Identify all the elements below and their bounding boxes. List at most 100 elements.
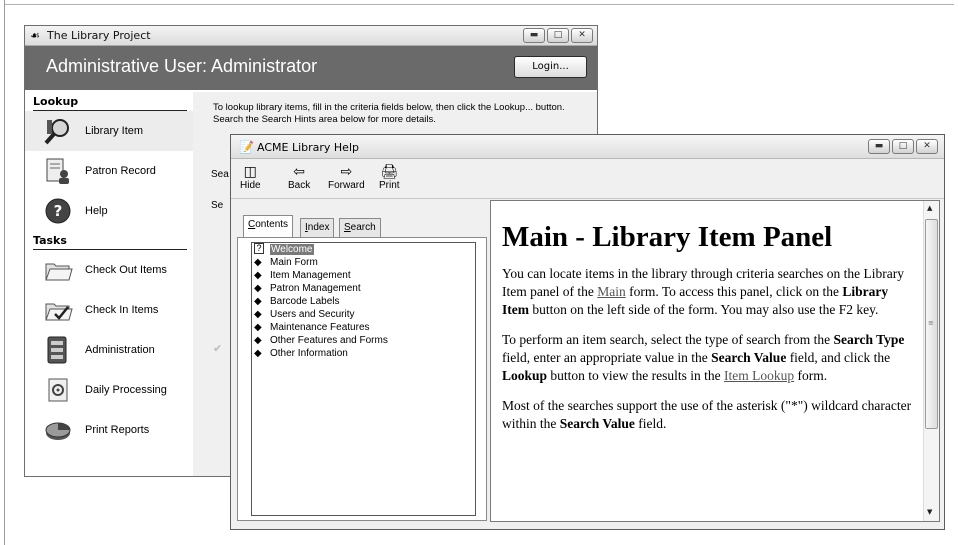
tree-item-users-security[interactable]: ◆ Users and Security xyxy=(252,308,475,321)
close-button[interactable]: ✕ xyxy=(916,139,938,154)
sidebar-item-administration[interactable]: Administration xyxy=(25,330,193,370)
minimize-button[interactable]: ▬ xyxy=(523,28,545,43)
sidebar-item-label: Daily Processing xyxy=(85,384,167,396)
hide-button[interactable]: ◫ Hide xyxy=(240,162,261,191)
help-window: 📝 ACME Library Help ▬ □ ✕ ◫ Hide ⇦ Back … xyxy=(230,134,945,530)
arrow-left-icon: ⇦ xyxy=(293,163,305,179)
scroll-down-icon[interactable]: ▼ xyxy=(927,508,932,516)
topic-paragraph-1: You can locate items in the library thro… xyxy=(502,266,904,317)
pie-chart-icon xyxy=(45,422,71,440)
book-icon: ◆ xyxy=(254,283,262,294)
help-titlebar[interactable]: 📝 ACME Library Help ▬ □ ✕ xyxy=(231,135,944,159)
back-label: Back xyxy=(288,180,311,191)
sidebar-item-check-out[interactable]: Check Out Items xyxy=(25,250,193,290)
tree-item-patron-management[interactable]: ◆ Patron Management xyxy=(252,282,475,295)
folder-open-icon xyxy=(45,263,73,281)
print-button[interactable]: 🖨 Print xyxy=(379,162,400,191)
sidebar-item-label: Administration xyxy=(85,344,155,356)
maximize-button[interactable]: □ xyxy=(892,139,914,154)
forward-label: Forward xyxy=(328,180,365,191)
book-icon: ◆ xyxy=(254,322,262,333)
contents-panel: ? Welcome ◆ Main Form ◆ Item Management … xyxy=(237,237,487,521)
folder-check-icon xyxy=(45,303,73,321)
lookup-heading: Lookup xyxy=(33,92,187,111)
close-button[interactable]: ✕ xyxy=(571,28,593,43)
scroll-grip-icon: ≡ xyxy=(928,319,934,327)
sidebar-item-label: Library Item xyxy=(85,125,144,137)
tab-search[interactable]: Search xyxy=(339,218,381,237)
sidebar: Lookup Library Item Patron Record ? Help xyxy=(25,92,193,476)
nav-tabs: Contents Index Search xyxy=(237,215,487,237)
tasks-heading: Tasks xyxy=(33,231,187,250)
tree-item-item-management[interactable]: ◆ Item Management xyxy=(252,269,475,282)
sidebar-item-label: Patron Record xyxy=(85,165,156,177)
tree-item-welcome[interactable]: ? Welcome xyxy=(252,243,475,256)
sidebar-item-library-item[interactable]: Library Item xyxy=(25,111,193,151)
tree-item-main-form[interactable]: ◆ Main Form xyxy=(252,256,475,269)
help-icon: ? xyxy=(45,198,71,224)
maximize-button[interactable]: □ xyxy=(547,28,569,43)
help-app-icon: 📝 xyxy=(239,140,254,154)
svg-text:?: ? xyxy=(54,202,63,220)
scroll-up-icon[interactable]: ▲ xyxy=(927,204,932,212)
administration-icon xyxy=(47,336,67,364)
book-icon: ◆ xyxy=(254,348,262,359)
print-label: Print xyxy=(379,180,400,191)
tree-item-other-information[interactable]: ◆ Other Information xyxy=(252,347,475,360)
back-button[interactable]: ⇦ Back xyxy=(288,162,310,191)
topic-paragraph-3: Most of the searches support the use of … xyxy=(502,398,912,431)
frame-border-top xyxy=(4,4,954,5)
tree-item-barcode-labels[interactable]: ◆ Barcode Labels xyxy=(252,295,475,308)
tab-contents[interactable]: Contents xyxy=(243,215,294,237)
hide-pane-icon: ◫ xyxy=(243,163,257,179)
sidebar-item-label: Check Out Items xyxy=(85,264,167,276)
main-titlebar[interactable]: ☙ The Library Project ▬ □ ✕ xyxy=(25,26,597,46)
main-window-title: The Library Project xyxy=(47,29,151,42)
search-type-label: Sea xyxy=(211,169,229,180)
topic-document: Main - Library Item Panel You can locate… xyxy=(502,219,912,445)
book-icon: ◆ xyxy=(254,296,262,307)
help-page-icon: ? xyxy=(254,243,264,254)
book-icon: ◆ xyxy=(254,335,262,346)
tab-index[interactable]: Index xyxy=(300,218,335,237)
hide-label: Hide xyxy=(240,180,261,191)
book-icon: ◆ xyxy=(254,309,262,320)
sidebar-item-label: Help xyxy=(85,205,108,217)
topic-paragraph-2: To perform an item search, select the ty… xyxy=(502,332,905,383)
topic-content-pane: Main - Library Item Panel You can locate… xyxy=(490,200,940,522)
hint-check-icon: ✔ xyxy=(213,342,223,355)
header-title: Administrative User: Administrator xyxy=(46,56,318,76)
sidebar-item-label: Print Reports xyxy=(85,424,150,436)
help-window-title: ACME Library Help xyxy=(257,141,359,154)
sidebar-item-print-reports[interactable]: Print Reports xyxy=(25,410,193,450)
magnifier-books-icon xyxy=(44,119,69,145)
tree-item-other-features[interactable]: ◆ Other Features and Forms xyxy=(252,334,475,347)
header-band: Administrative User: Administrator Login… xyxy=(25,46,597,90)
contents-tree: ? Welcome ◆ Main Form ◆ Item Management … xyxy=(251,242,476,516)
patron-card-icon xyxy=(46,158,69,184)
forward-button[interactable]: ⇨ Forward xyxy=(328,162,365,191)
tree-item-maintenance[interactable]: ◆ Maintenance Features xyxy=(252,321,475,334)
sidebar-item-patron-record[interactable]: Patron Record xyxy=(25,151,193,191)
book-icon: ◆ xyxy=(254,257,262,268)
sidebar-item-label: Check In Items xyxy=(85,304,159,316)
lookup-instructions: To lookup library items, fill in the cri… xyxy=(213,102,565,125)
help-toolbar: ◫ Hide ⇦ Back ⇨ Forward 🖨 Print xyxy=(231,159,944,199)
minimize-button[interactable]: ▬ xyxy=(868,139,890,154)
daily-processing-icon xyxy=(48,378,68,402)
navigation-pane: Contents Index Search ? Welcome ◆ Main F… xyxy=(237,215,487,521)
app-logo-icon: ☙ xyxy=(30,29,40,42)
printer-icon: 🖨 xyxy=(380,163,399,179)
vertical-scrollbar[interactable]: ▲ ≡ ▼ xyxy=(923,201,939,521)
sidebar-item-daily-processing[interactable]: Daily Processing xyxy=(25,370,193,410)
topic-heading: Main - Library Item Panel xyxy=(502,221,833,253)
main-form-link[interactable]: Main xyxy=(597,284,626,299)
search-value-label: Se xyxy=(211,200,224,211)
sidebar-item-check-in[interactable]: Check In Items xyxy=(25,290,193,330)
login-button[interactable]: Login... xyxy=(514,56,587,78)
frame-border-left xyxy=(4,0,5,545)
book-icon: ◆ xyxy=(254,270,262,281)
item-lookup-link[interactable]: Item Lookup xyxy=(724,368,794,383)
sidebar-item-help[interactable]: ? Help xyxy=(25,191,193,231)
arrow-right-icon: ⇨ xyxy=(340,163,353,179)
